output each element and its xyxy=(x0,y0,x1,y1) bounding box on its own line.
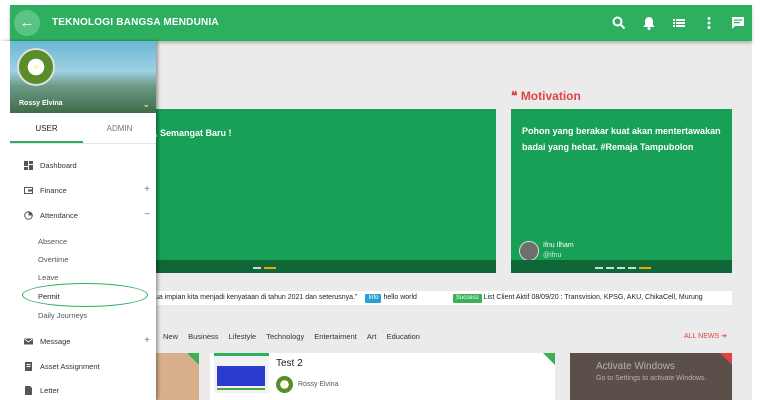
category-art[interactable]: Art xyxy=(367,332,377,341)
motivation-card[interactable]: Pohon yang berakar kuat akan mentertawak… xyxy=(511,109,732,273)
thumbnail-screen xyxy=(217,366,265,386)
category-nav: New Business Lifestyle Technology Entert… xyxy=(155,332,732,346)
slider-dots[interactable] xyxy=(253,267,276,269)
news-author-avatar xyxy=(276,376,293,393)
news-thumbnail xyxy=(214,353,269,393)
headline-text: , Semangat Baru ! xyxy=(155,128,232,138)
sidebar-subitem-daily-journeys[interactable]: Daily Journeys xyxy=(38,311,87,320)
expand-icon[interactable]: + xyxy=(144,184,150,195)
category-technology[interactable]: Technology xyxy=(266,332,304,341)
sidebar-subitem-absence[interactable]: Absence xyxy=(38,237,67,246)
sidebar-item-dashboard[interactable]: Dashboard xyxy=(10,158,156,174)
info-badge: Info xyxy=(365,294,382,303)
news-card-image[interactable] xyxy=(155,353,199,400)
all-news-link[interactable]: ALL NEWS ➔ xyxy=(684,332,727,340)
role-tabs: USER ADMIN xyxy=(10,113,156,144)
watermark-subtitle: Go to Settings to activate Windows. xyxy=(596,375,707,382)
chevron-down-icon[interactable]: ⌄ xyxy=(142,99,150,110)
notifications-icon[interactable] xyxy=(641,15,657,31)
app-title: TEKNOLOGI BANGSA MENDUNIA xyxy=(52,17,219,28)
success-badge: Success xyxy=(452,294,482,303)
motivation-title: Motivation xyxy=(520,89,581,103)
attendance-icon xyxy=(24,211,33,220)
user-name: Rossy Elvina xyxy=(19,100,63,107)
thumbnail-bar xyxy=(217,388,265,390)
list-icon[interactable] xyxy=(671,15,687,31)
sidebar-item-finance[interactable]: Finance + xyxy=(10,183,156,199)
app-window: ← TEKNOLOGI BANGSA MENDUNIA , Semangat B… xyxy=(0,0,768,400)
category-business[interactable]: Business xyxy=(188,332,218,341)
tab-user[interactable]: USER xyxy=(10,113,83,143)
back-button[interactable]: ← xyxy=(14,10,40,36)
card-footer xyxy=(155,260,496,273)
sidebar-subitem-leave[interactable]: Leave xyxy=(38,273,58,282)
success-text: List Client Aktif 08/09/20 : Transvision… xyxy=(483,294,703,301)
category-education[interactable]: Education xyxy=(387,332,420,341)
news-card[interactable]: Test 2 Rossy Elvina xyxy=(210,353,555,400)
info-text: hello world xyxy=(383,294,417,301)
sidebar-item-label: Attendance xyxy=(40,211,78,220)
news-author: Rossy Elvina xyxy=(298,381,339,388)
tab-admin[interactable]: ADMIN xyxy=(83,113,156,143)
quote-author: Ifnu Ilham @ifnu xyxy=(519,241,574,261)
sidebar-item-label: Dashboard xyxy=(40,161,77,170)
badge-icon xyxy=(720,353,732,365)
expand-icon[interactable]: + xyxy=(144,335,150,346)
chat-icon[interactable] xyxy=(730,15,746,31)
dashboard-icon xyxy=(24,161,33,170)
sidebar-subitem-overtime[interactable]: Overtime xyxy=(38,255,68,264)
sidebar-item-letter[interactable]: Letter xyxy=(10,383,156,399)
author-avatar xyxy=(519,241,539,261)
watermark-title: Activate Windows xyxy=(596,361,675,372)
category-entertaiment[interactable]: Entertaiment xyxy=(314,332,357,341)
letter-icon xyxy=(25,386,32,395)
collapse-icon[interactable]: − xyxy=(144,209,150,220)
top-app-bar: ← TEKNOLOGI BANGSA MENDUNIA xyxy=(10,5,752,41)
more-vert-icon[interactable] xyxy=(701,15,717,31)
category-new[interactable]: New xyxy=(163,332,178,341)
sidebar-item-message[interactable]: Message + xyxy=(10,334,156,350)
ticker-quote: ua impian kita menjadi kenyataan di tahu… xyxy=(155,294,358,301)
motivation-heading: ❝ Motivation xyxy=(511,89,581,103)
search-icon[interactable] xyxy=(611,15,627,31)
highlight-oval xyxy=(22,283,148,307)
avatar[interactable] xyxy=(17,48,55,86)
sidebar-item-attendance[interactable]: Attendance − xyxy=(10,208,156,224)
headline-card[interactable]: , Semangat Baru ! xyxy=(155,109,496,273)
sidebar-item-label: Letter xyxy=(40,386,60,395)
asset-icon xyxy=(25,362,32,371)
profile-header: Rossy Elvina ⌄ xyxy=(10,41,156,113)
check-badge-icon xyxy=(187,353,199,365)
sidebar-item-label: Finance xyxy=(40,186,67,195)
sidebar-item-asset-assignment[interactable]: Asset Assignment xyxy=(10,359,156,375)
finance-icon xyxy=(24,187,33,194)
sidebar-drawer: Rossy Elvina ⌄ USER ADMIN Dashboard Fina… xyxy=(0,41,156,400)
card-footer xyxy=(511,260,732,273)
news-title[interactable]: Test 2 xyxy=(276,358,303,369)
sidebar-item-label: Message xyxy=(40,337,71,346)
news-ticker: ua impian kita menjadi kenyataan di tahu… xyxy=(155,291,732,305)
mail-icon xyxy=(24,338,33,345)
motivation-text: Pohon yang berakar kuat akan mentertawak… xyxy=(522,126,721,152)
category-lifestyle[interactable]: Lifestyle xyxy=(229,332,257,341)
quote-icon: ❝ xyxy=(511,89,518,103)
sidebar-item-label: Asset Assignment xyxy=(40,362,100,371)
arrow-left-icon: ← xyxy=(19,14,35,31)
check-badge-icon xyxy=(543,353,555,365)
author-name: Ifnu Ilham xyxy=(543,242,574,249)
slider-dots[interactable] xyxy=(595,267,651,269)
news-card-image[interactable]: Activate Windows Go to Settings to activ… xyxy=(570,353,732,400)
